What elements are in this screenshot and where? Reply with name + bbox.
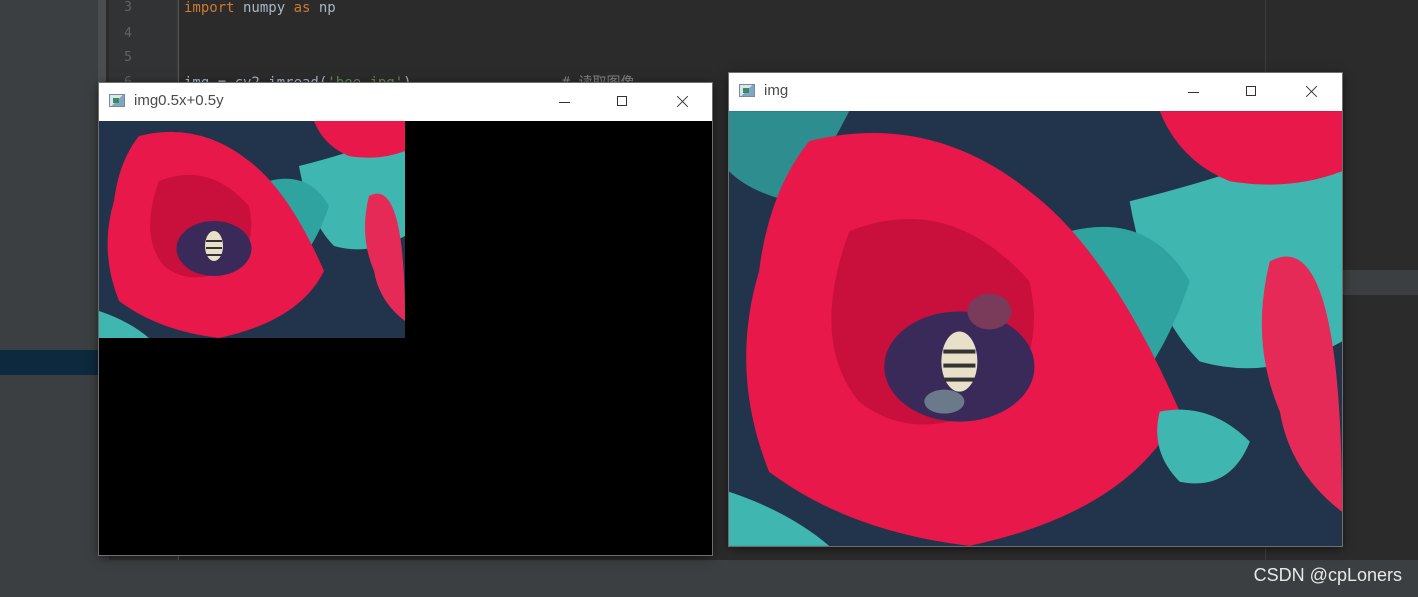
minimize-icon[interactable] — [536, 83, 594, 121]
minimize-icon[interactable] — [1165, 73, 1223, 111]
opencv-window-original[interactable]: img — [729, 73, 1342, 546]
shifted-image — [99, 121, 405, 338]
code-line-3[interactable]: import numpy as np — [184, 0, 336, 16]
window-title: img0.5x+0.5y — [134, 92, 224, 109]
app-icon — [109, 94, 125, 107]
keyword: import — [184, 0, 235, 16]
project-panel-selected-row[interactable] — [0, 350, 98, 375]
window-titlebar[interactable]: img — [729, 73, 1342, 111]
watermark: CSDN @cpLoners — [1253, 565, 1402, 585]
status-bar — [109, 560, 1418, 597]
window-titlebar[interactable]: img0.5x+0.5y — [99, 83, 712, 121]
line-number: 4 — [124, 26, 132, 41]
line-number: 3 — [124, 0, 132, 15]
code-text: numpy — [234, 0, 294, 16]
close-icon[interactable] — [1282, 73, 1340, 111]
code-text: np — [310, 0, 336, 16]
window-title: img — [764, 82, 789, 99]
app-icon — [739, 84, 755, 97]
side-panel-strip — [1342, 270, 1418, 295]
opencv-window-shifted[interactable]: img0.5x+0.5y — [99, 83, 712, 555]
close-icon[interactable] — [653, 83, 711, 121]
maximize-icon[interactable] — [594, 83, 652, 121]
original-image — [729, 111, 1342, 546]
maximize-icon[interactable] — [1223, 73, 1281, 111]
line-number: 5 — [124, 50, 132, 65]
keyword: as — [293, 0, 311, 16]
project-panel — [0, 0, 98, 597]
